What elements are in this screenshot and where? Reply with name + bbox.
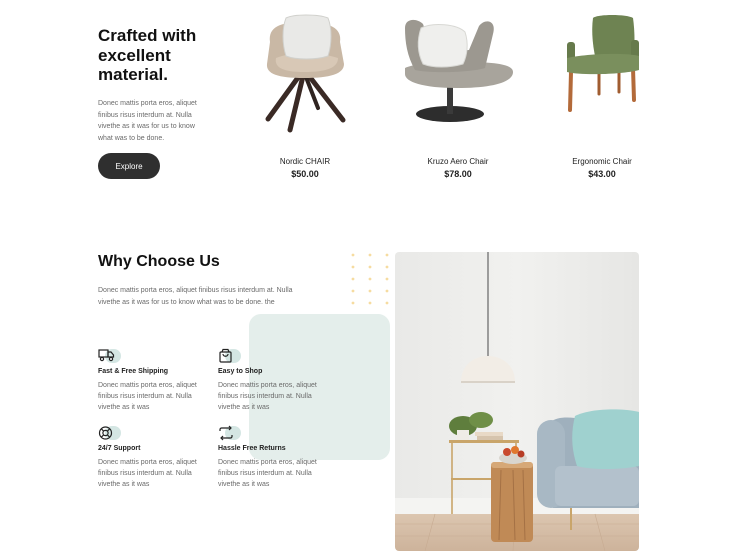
product-image[interactable] bbox=[240, 12, 370, 142]
return-arrows-icon bbox=[219, 425, 233, 441]
product-price: $43.00 bbox=[588, 169, 616, 179]
feature-title: Easy to Shop bbox=[218, 368, 263, 375]
product-name[interactable]: Ergonomic Chair bbox=[537, 157, 667, 166]
why-choose-us-title: Why Choose Us bbox=[98, 253, 220, 270]
hero-title: Crafted with excellent material. bbox=[98, 26, 197, 84]
feature-description: Donec mattis porta eros, aliquet finibus… bbox=[98, 459, 197, 488]
product-card-ergonomic-chair[interactable]: Ergonomic Chair $43.00 bbox=[537, 12, 667, 179]
feature-description: Donec mattis porta eros, aliquet finibus… bbox=[98, 382, 197, 411]
feature-description: Donec mattis porta eros, aliquet finibus… bbox=[218, 459, 317, 488]
feature-description: Donec mattis porta eros, aliquet finibus… bbox=[218, 382, 317, 411]
support-icon bbox=[98, 426, 113, 440]
product-price: $78.00 bbox=[444, 169, 472, 179]
product-name[interactable]: Kruzo Aero Chair bbox=[393, 157, 523, 166]
why-choose-us-description: Donec mattis porta eros, aliquet finibus… bbox=[98, 287, 293, 306]
decorative-dot-grid bbox=[351, 253, 389, 305]
truck-icon bbox=[98, 349, 115, 362]
feature-title: Fast & Free Shipping bbox=[98, 368, 169, 375]
living-room-image bbox=[395, 252, 639, 551]
product-image[interactable] bbox=[537, 12, 667, 142]
product-image[interactable] bbox=[393, 12, 523, 142]
shopping-bag-icon bbox=[219, 348, 232, 363]
hero-description: Donec mattis porta eros, aliquet finibus… bbox=[98, 100, 197, 142]
explore-button[interactable]: Explore bbox=[98, 153, 160, 179]
product-price: $50.00 bbox=[291, 169, 319, 179]
product-card-nordic-chair[interactable]: Nordic CHAIR $50.00 bbox=[240, 12, 370, 179]
feature-title: 24/7 Support bbox=[98, 445, 141, 452]
product-name[interactable]: Nordic CHAIR bbox=[240, 157, 370, 166]
feature-title: Hassle Free Returns bbox=[218, 445, 286, 452]
product-card-kruzo-aero-chair[interactable]: Kruzo Aero Chair $78.00 bbox=[393, 12, 523, 179]
